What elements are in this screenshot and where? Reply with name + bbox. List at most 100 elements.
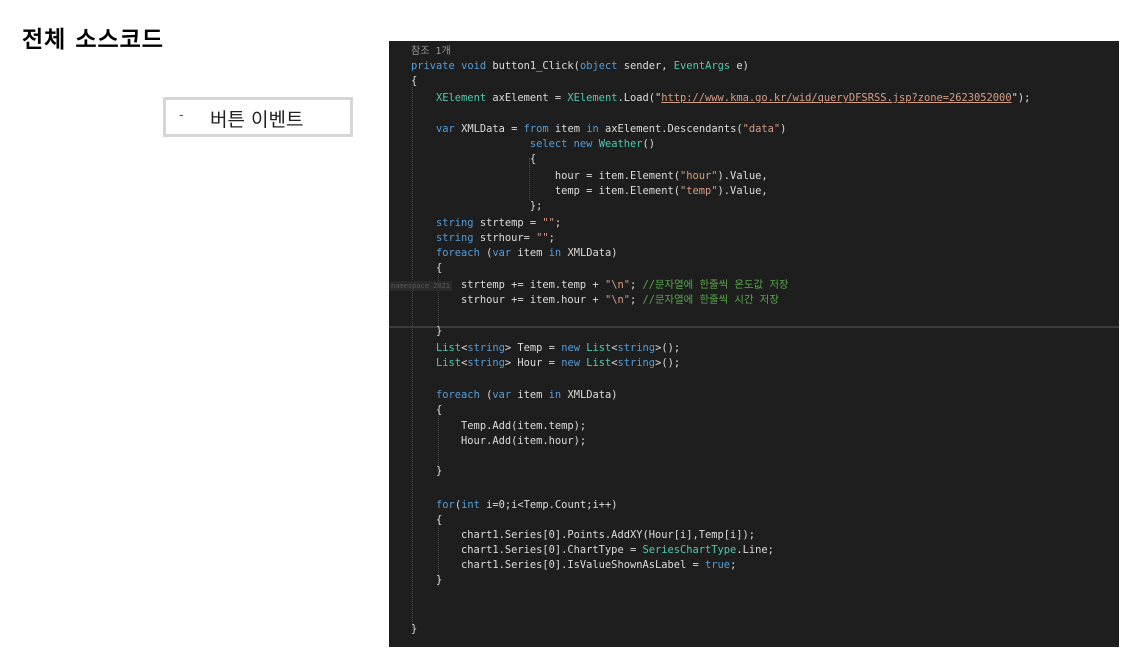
code-token: ) bbox=[780, 123, 787, 135]
code-token: XMLData = bbox=[454, 123, 524, 135]
code-line: Hour.Add(item.hour); bbox=[411, 434, 586, 448]
code-token: XMLData) bbox=[561, 247, 618, 259]
code-token: strhour= bbox=[473, 232, 537, 244]
code-token: "hour" bbox=[680, 170, 718, 182]
code-token: foreach bbox=[436, 247, 480, 259]
code-token: new bbox=[561, 357, 580, 369]
code-token: ; bbox=[629, 279, 643, 291]
current-line-highlight bbox=[389, 326, 1119, 328]
code-token: var bbox=[436, 123, 455, 135]
code-token: ).Value, bbox=[717, 170, 768, 182]
code-line: } bbox=[411, 464, 442, 478]
code-line: strhour += item.hour + "\n"; //문자열에 한줄씩 … bbox=[411, 293, 779, 307]
code-token: List bbox=[436, 357, 462, 369]
code-line: { bbox=[411, 261, 442, 275]
code-token: i=0;i<Temp.Count;i++) bbox=[479, 499, 618, 511]
code-token: } bbox=[411, 325, 443, 337]
code-token: sender, bbox=[617, 60, 674, 72]
code-token: XMLData) bbox=[561, 389, 618, 401]
code-token: ; bbox=[548, 232, 555, 244]
code-token: XElement bbox=[436, 92, 487, 104]
code-line: { bbox=[411, 74, 417, 88]
code-token: > Hour = bbox=[504, 357, 562, 369]
code-token: () bbox=[642, 138, 656, 150]
code-line: } bbox=[411, 324, 442, 338]
code-token: select bbox=[529, 138, 568, 150]
code-token: strhour += item.hour + bbox=[411, 294, 605, 306]
code-token: strtemp += item.temp + bbox=[411, 279, 605, 291]
code-token: Hour.Add(item.hour); bbox=[411, 435, 587, 447]
code-line: { bbox=[411, 152, 536, 166]
code-line: List<string> Hour = new List<string>(); bbox=[411, 356, 680, 370]
code-token: EventArgs bbox=[673, 60, 731, 72]
code-token: List bbox=[436, 342, 462, 354]
code-token: string bbox=[467, 357, 505, 369]
code-token: axElement = bbox=[486, 92, 568, 104]
code-line: chart1.Series[0].Points.AddXY(Hour[i],Te… bbox=[411, 528, 755, 542]
code-token: item bbox=[548, 123, 587, 135]
code-token: { bbox=[411, 404, 443, 416]
code-line: 참조 1개 bbox=[411, 44, 451, 58]
code-token: var bbox=[492, 247, 512, 259]
code-token: > Temp = bbox=[504, 342, 562, 354]
code-token: >(); bbox=[655, 342, 681, 354]
code-token: ).Value, bbox=[717, 185, 768, 197]
code-token: "\n" bbox=[604, 279, 630, 291]
code-token: string bbox=[617, 342, 656, 354]
code-token: new bbox=[573, 138, 593, 150]
code-token: "); bbox=[1011, 92, 1031, 104]
code-editor-screenshot: namespace 2021 참조 1개 private void button1… bbox=[389, 41, 1119, 647]
code-token: foreach bbox=[436, 389, 480, 401]
page: 전체 소스코드 - 버튼 이벤트 namespace 2021 참조 1개 pri… bbox=[0, 0, 1146, 661]
code-line: temp = item.Element("temp").Value, bbox=[411, 184, 768, 198]
code-token: } bbox=[411, 574, 443, 586]
code-line: hour = item.Element("hour").Value, bbox=[411, 169, 768, 183]
code-token: private bbox=[411, 60, 455, 72]
code-token: ( bbox=[479, 247, 493, 259]
code-line: XElement axElement = XElement.Load("http… bbox=[411, 91, 1030, 105]
code-line: Temp.Add(item.temp); bbox=[411, 419, 586, 433]
code-line: for(int i=0;i<Temp.Count;i++) bbox=[411, 498, 618, 512]
section-label-box: - 버튼 이벤트 bbox=[163, 97, 353, 137]
code-token: e) bbox=[730, 60, 749, 72]
code-token: //문자열에 한줄씩 온도값 저장 bbox=[642, 279, 789, 291]
code-token: for bbox=[436, 499, 455, 511]
code-token: { bbox=[411, 153, 537, 165]
code-line: { bbox=[411, 403, 442, 417]
code-token: XElement bbox=[567, 92, 618, 104]
code-line: List<string> Temp = new List<string>(); bbox=[411, 341, 680, 355]
code-token: string bbox=[436, 217, 474, 229]
code-token: //문자열에 한줄씩 시간 저장 bbox=[642, 294, 779, 306]
section-dash: - bbox=[179, 108, 184, 123]
section-label: 버튼 이벤트 bbox=[210, 109, 304, 131]
code-token: "\n" bbox=[604, 294, 630, 306]
code-line: }; bbox=[411, 199, 543, 213]
code-token: void bbox=[461, 60, 487, 72]
code-token: hour = item.Element( bbox=[411, 170, 680, 182]
code-token: >(); bbox=[655, 357, 681, 369]
code-token: "" bbox=[536, 232, 549, 244]
code-line: string strtemp = ""; bbox=[411, 216, 561, 230]
code-token: temp = item.Element( bbox=[411, 185, 680, 197]
code-token: List bbox=[586, 357, 612, 369]
code-token: var bbox=[492, 389, 512, 401]
code-token: chart1.Series[0].IsValueShownAsLabel = bbox=[411, 559, 706, 571]
code-token: ( bbox=[479, 389, 493, 401]
code-line: select new Weather() bbox=[411, 137, 655, 151]
code-token: } bbox=[411, 623, 418, 635]
code-token: SeriesChartType bbox=[642, 544, 737, 556]
code-token: .Load(" bbox=[617, 92, 662, 104]
code-token: "temp" bbox=[680, 185, 718, 197]
code-token: axElement.Descendants( bbox=[598, 123, 743, 135]
code-token: chart1.Series[0].ChartType = bbox=[411, 544, 643, 556]
code-line: strtemp += item.temp + "\n"; //문자열에 한줄씩 … bbox=[411, 278, 788, 292]
